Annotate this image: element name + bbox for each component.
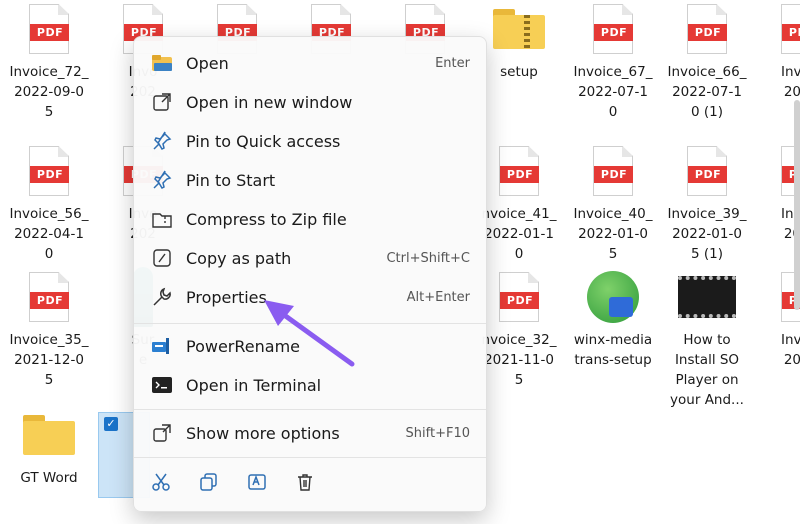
rename-icon[interactable] <box>244 469 270 495</box>
pdf-file-icon: PDF <box>583 0 643 58</box>
file-item[interactable]: winx-media trans-setup <box>566 268 660 370</box>
wrench-icon <box>150 285 174 309</box>
file-name: Invoice_72_ 2022-09-0 5 <box>9 64 89 120</box>
menu-item-compress-zip[interactable]: Compress to Zip file <box>142 201 480 237</box>
file-item[interactable]: PDF Invoice_72_ 2022-09-0 5 <box>2 0 96 122</box>
file-item[interactable]: PDF Invoice_67_ 2022-07-1 0 <box>566 0 660 122</box>
menu-item-open[interactable]: Open Enter <box>142 45 480 81</box>
annotation-arrow-icon <box>264 300 355 367</box>
pdf-file-icon: PDF <box>19 268 79 326</box>
file-item[interactable]: PDF Invoice_35_ 2021-12-0 5 <box>2 268 96 390</box>
copy-path-icon <box>150 246 174 270</box>
selection-checkbox[interactable]: ✓ <box>104 417 118 431</box>
file-item[interactable]: PDF Invoice_40_ 2022-01-0 5 <box>566 142 660 264</box>
menu-item-open-in-terminal[interactable]: Open in Terminal <box>142 367 480 403</box>
menu-item-show-more-options[interactable]: Show more options Shift+F10 <box>142 415 480 451</box>
menu-item-copy-as-path[interactable]: Copy as path Ctrl+Shift+C <box>142 240 480 276</box>
open-new-window-icon <box>150 90 174 114</box>
file-name: GT Word <box>20 470 78 486</box>
file-name: Invoice_66_ 2022-07-1 0 (1) <box>667 64 747 120</box>
menu-item-pin-quick-access[interactable]: Pin to Quick access <box>142 123 480 159</box>
file-name: winx-media trans-setup <box>573 332 653 368</box>
menu-item-open-new-window[interactable]: Open in new window <box>142 84 480 120</box>
pdf-file-icon: PDF <box>583 142 643 200</box>
pdf-file-icon: PDF <box>771 0 800 58</box>
power-rename-icon <box>150 334 174 358</box>
zip-icon <box>150 207 174 231</box>
pin-icon <box>150 129 174 153</box>
zip-folder-icon <box>489 0 549 58</box>
context-menu: Open Enter Open in new window Pin to Qui… <box>133 36 487 512</box>
show-more-icon <box>150 421 174 445</box>
pdf-file-icon: PDF <box>489 268 549 326</box>
vertical-scrollbar[interactable] <box>794 100 800 310</box>
file-name: How to Install SO Player on your And... <box>670 332 744 408</box>
video-file-icon <box>677 268 737 326</box>
menu-item-pin-to-start[interactable]: Pin to Start <box>142 162 480 198</box>
folder-icon <box>19 406 79 464</box>
file-name: Invoice_56_ 2022-04-1 0 <box>9 206 89 262</box>
pdf-file-icon: PDF <box>19 0 79 58</box>
file-name: Invoic 2022 <box>781 64 800 100</box>
terminal-icon <box>150 373 174 397</box>
pdf-file-icon: PDF <box>677 142 737 200</box>
file-name: Invoice_67_ 2022-07-1 0 <box>573 64 653 120</box>
pdf-file-icon: PDF <box>677 0 737 58</box>
file-name: Invoic 2021 <box>781 332 800 368</box>
file-item[interactable]: PDF Invoic 2022 <box>754 0 800 102</box>
file-name: Invoice_39_ 2022-01-0 5 (1) <box>667 206 747 262</box>
pdf-file-icon: PDF <box>19 142 79 200</box>
copy-icon[interactable] <box>196 469 222 495</box>
menu-separator <box>134 457 486 458</box>
file-item[interactable]: PDF Invoice_56_ 2022-04-1 0 <box>2 142 96 264</box>
file-item[interactable]: PDF Invoice_39_ 2022-01-0 5 (1) <box>660 142 754 264</box>
menu-toolbar <box>142 469 318 495</box>
file-item[interactable]: How to Install SO Player on your And... <box>660 268 754 410</box>
app-installer-icon <box>583 268 643 326</box>
delete-icon[interactable] <box>292 469 318 495</box>
file-name: Invoice_40_ 2022-01-0 5 <box>573 206 653 262</box>
folder-open-icon <box>150 51 174 75</box>
file-item[interactable]: GT Word <box>2 406 96 488</box>
file-name: Invoice_35_ 2021-12-0 5 <box>9 332 89 388</box>
cut-icon[interactable] <box>148 469 174 495</box>
pin-icon <box>150 168 174 192</box>
pdf-file-icon: PDF <box>489 142 549 200</box>
file-item[interactable]: PDF Invoice_66_ 2022-07-1 0 (1) <box>660 0 754 122</box>
menu-separator <box>134 409 486 410</box>
